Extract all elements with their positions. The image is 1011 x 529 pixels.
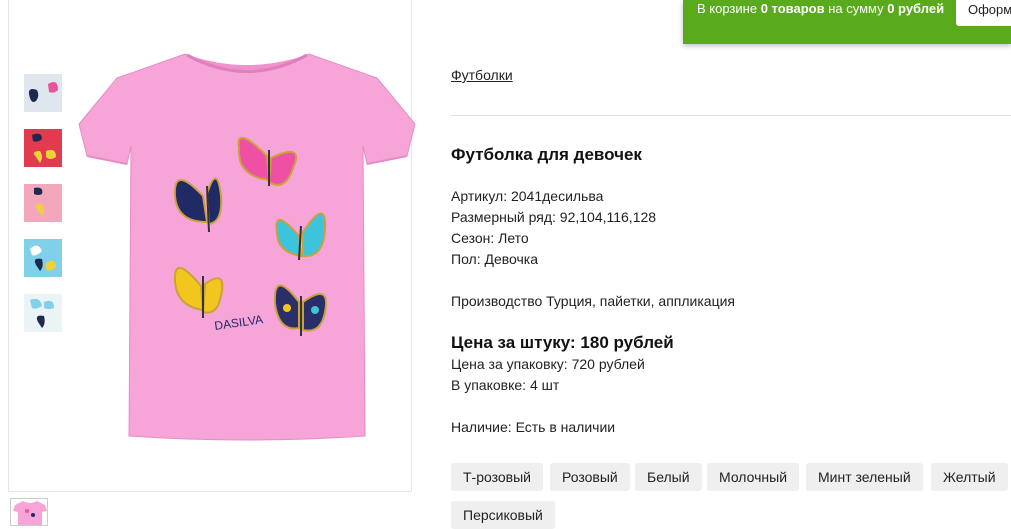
product-gallery: DASILVA [8,0,416,492]
checkout-button[interactable]: Оформить [956,0,1011,26]
color-chip[interactable]: Т-розовый [451,463,543,491]
butterfly-icon [30,245,56,271]
cart-count: 0 товаров [760,1,825,16]
color-chip[interactable]: Молочный [707,463,800,491]
cart-sum: 0 рублей [887,1,945,16]
breadcrumb-category[interactable]: Футболки [451,67,513,83]
availability: Наличие: Есть в наличии [451,419,616,435]
product-production: Производство Турция, пайетки, аппликация [451,293,735,309]
color-chip[interactable]: Розовый [550,463,630,491]
product-article: Артикул: 2041десильва [451,188,604,204]
pack-quantity: В упаковке: 4 шт [451,377,560,393]
product-season: Сезон: Лето [451,230,529,246]
tshirt-icon [13,501,47,525]
thumbnail-3[interactable] [24,184,62,222]
product-gender: Пол: Девочка [451,251,539,267]
product-photo: DASILVA [78,53,416,441]
cart-prefix: В корзине [697,1,761,16]
thumbnail-5[interactable] [24,294,62,332]
cart-middle: на сумму [824,1,888,16]
thumbnail-2[interactable] [24,129,62,167]
product-title: Футболка для девочек [451,145,642,164]
price-per-item: Цена за штуку: 180 рублей [451,333,674,352]
color-chip[interactable]: Минт зеленый [806,463,923,491]
product-sizes: Размерный ряд: 92,104,116,128 [451,209,657,225]
bottom-thumbnail[interactable] [10,498,48,526]
color-chip[interactable]: Белый [635,463,702,491]
divider [451,115,1011,116]
butterfly-icon [34,187,44,216]
thumbnail-1[interactable] [24,74,62,112]
color-chip[interactable]: Персиковый [451,501,555,529]
butterfly-icon [32,133,56,163]
butterfly-icon [28,82,58,102]
price-per-pack: Цена за упаковку: 720 рублей [451,356,645,372]
color-chip[interactable]: Желтый [931,463,1008,491]
butterfly-icon [30,298,54,328]
cart-banner: В корзине 0 товаров на сумму 0 рублей Оф… [683,0,1011,44]
thumbnail-4[interactable] [24,239,62,277]
cart-summary: В корзине 0 товаров на сумму 0 рублей [697,1,944,16]
thumbnail-list [24,74,64,349]
